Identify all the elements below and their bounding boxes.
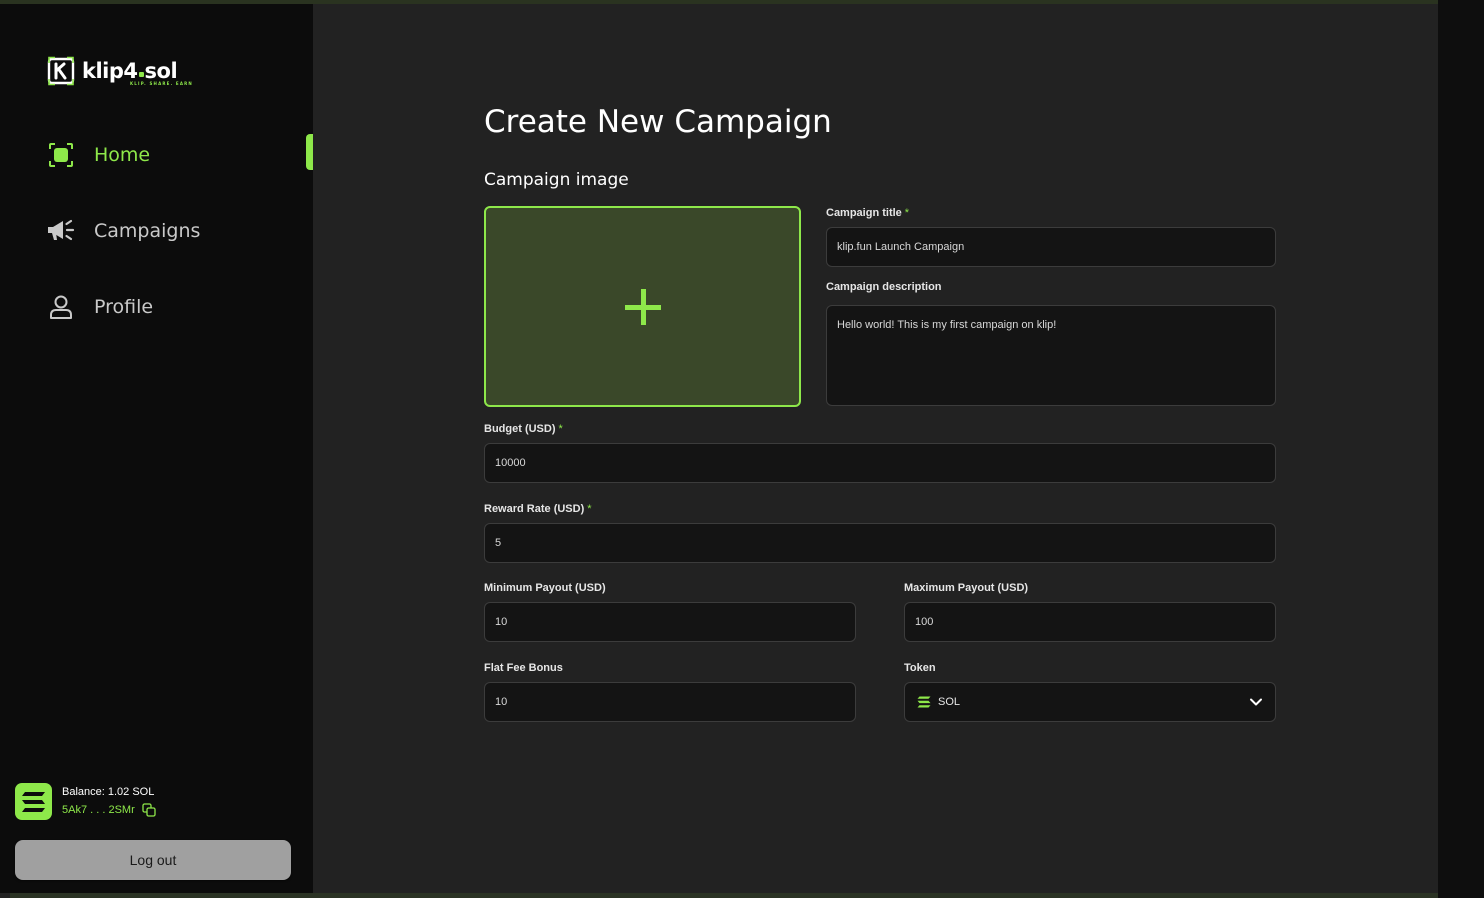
solana-icon <box>917 696 931 708</box>
wallet-address: 5Ak7 . . . 2SMr <box>62 804 135 816</box>
required-mark: * <box>904 207 910 219</box>
reward-rate-input[interactable] <box>484 523 1276 563</box>
reward-rate-label: Reward Rate (USD) * <box>484 503 592 515</box>
campaign-image-label: Campaign image <box>484 170 629 190</box>
sidebar-item-profile[interactable]: Profile <box>46 292 153 322</box>
wallet-address-row: 5Ak7 . . . 2SMr <box>62 803 156 817</box>
window-edge <box>1438 0 1484 898</box>
required-mark: * <box>558 423 563 435</box>
campaign-title-label: Campaign title * <box>826 207 909 219</box>
logo-text-4: 4 <box>123 59 138 83</box>
token-label: Token <box>904 662 936 674</box>
campaign-title-input[interactable] <box>826 227 1276 267</box>
page-title: Create New Campaign <box>484 104 832 140</box>
user-icon <box>46 292 76 322</box>
logo[interactable]: klip4 sol KLIP. SHARE. EARN <box>46 54 192 88</box>
budget-input[interactable] <box>484 443 1276 483</box>
solana-icon <box>15 783 52 820</box>
reward-rate-label-text: Reward Rate (USD) <box>484 503 585 515</box>
flat-fee-bonus-input[interactable] <box>484 682 856 722</box>
sidebar-item-label: Home <box>94 144 151 166</box>
wallet-info: Balance: 1.02 SOL 5Ak7 . . . 2SMr <box>62 786 156 817</box>
budget-label-text: Budget (USD) <box>484 423 556 435</box>
token-selected-value: SOL <box>938 696 961 708</box>
klip-logo-icon <box>47 56 75 86</box>
copy-icon[interactable] <box>142 803 156 817</box>
flat-fee-bonus-label: Flat Fee Bonus <box>484 662 563 674</box>
home-icon <box>46 140 76 170</box>
campaign-description-input[interactable]: Hello world! This is my first campaign o… <box>826 305 1276 406</box>
campaign-title-label-text: Campaign title <box>826 207 902 219</box>
logo-wordmark: klip4 sol KLIP. SHARE. EARN <box>82 59 192 86</box>
plus-icon <box>624 288 661 325</box>
minimum-payout-label: Minimum Payout (USD) <box>484 582 606 594</box>
sidebar-item-label: Campaigns <box>94 220 201 242</box>
required-mark: * <box>587 503 592 515</box>
token-select[interactable]: SOL <box>904 682 1276 722</box>
chevron-down-icon <box>1250 698 1262 706</box>
bottom-border <box>10 893 1438 898</box>
logo-text-sol: sol <box>144 59 178 83</box>
budget-label: Budget (USD) * <box>484 423 563 435</box>
megaphone-icon <box>46 216 76 246</box>
sidebar: klip4 sol KLIP. SHARE. EARN Home Campaig… <box>0 4 313 893</box>
sidebar-item-home[interactable]: Home <box>46 140 150 170</box>
logo-text-klip: klip <box>82 59 124 83</box>
wallet-summary: Balance: 1.02 SOL 5Ak7 . . . 2SMr <box>15 783 156 820</box>
active-nav-indicator <box>306 134 313 170</box>
maximum-payout-label: Maximum Payout (USD) <box>904 582 1029 594</box>
logo-dot <box>138 72 144 77</box>
campaign-image-upload[interactable] <box>484 206 801 407</box>
campaign-description-label: Campaign description <box>826 281 942 293</box>
sidebar-item-campaigns[interactable]: Campaigns <box>46 216 200 246</box>
maximum-payout-input[interactable] <box>904 602 1276 642</box>
sidebar-item-label: Profile <box>94 296 154 318</box>
logout-button[interactable]: Log out <box>15 840 291 880</box>
wallet-balance: Balance: 1.02 SOL <box>62 786 155 798</box>
minimum-payout-input[interactable] <box>484 602 856 642</box>
app-frame: klip4 sol KLIP. SHARE. EARN Home Campaig… <box>0 0 1438 898</box>
logo-tagline: KLIP. SHARE. EARN <box>130 81 193 86</box>
